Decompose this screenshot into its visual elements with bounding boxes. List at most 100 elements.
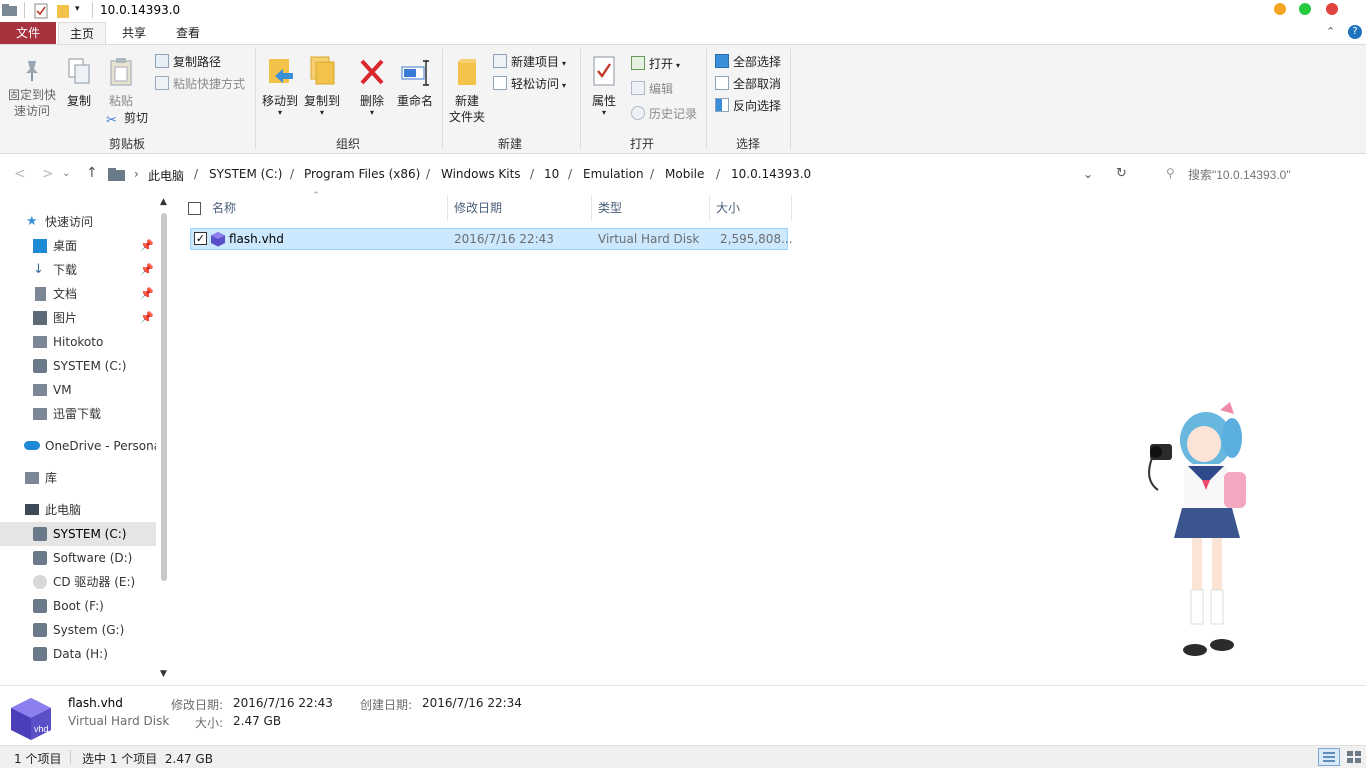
maximize-button[interactable] (1299, 3, 1311, 15)
collapse-ribbon-icon[interactable]: ⌃ (1326, 25, 1335, 38)
tab-file[interactable]: 文件 (0, 22, 56, 44)
breadcrumb-mobile[interactable]: Mobile (665, 167, 704, 181)
nav-library[interactable]: 库 (0, 466, 156, 490)
details-view-icon[interactable] (1318, 748, 1340, 766)
tab-share[interactable]: 共享 (112, 22, 156, 44)
new-folder-button[interactable]: 新建 文件夹 (446, 55, 488, 125)
new-folder-icon[interactable] (56, 3, 70, 22)
tab-view[interactable]: 查看 (166, 22, 210, 44)
nav-item-pictures[interactable]: 图片 📌 (0, 306, 156, 330)
move-to-button[interactable]: 移动到 ▾ (260, 55, 300, 117)
drive-icon (33, 623, 47, 637)
details-pane: vhd flash.vhd Virtual Hard Disk 修改日期: 20… (0, 685, 1366, 745)
nav-scrollbar[interactable]: ▲ ▼ (158, 195, 170, 685)
breadcrumb-10[interactable]: 10 (544, 167, 559, 181)
refresh-icon[interactable]: ↻ (1116, 166, 1127, 181)
download-icon: ↓ (33, 262, 44, 277)
close-button[interactable] (1326, 3, 1338, 15)
file-list: ⌃ 名称 修改日期 类型 大小 ✓ flash.vhd 2016/7/16 22… (170, 191, 1366, 685)
up-arrow-icon[interactable]: ↑ (86, 165, 98, 181)
window-title: 10.0.14393.0 (100, 3, 181, 17)
copy-button[interactable]: 复制 (64, 57, 94, 109)
nav-item-xunlei[interactable]: 迅雷下载 (0, 402, 156, 426)
file-name: flash.vhd (229, 232, 284, 246)
drive-icon (33, 551, 47, 565)
delete-button[interactable]: 删除 ▾ (356, 55, 388, 117)
nav-drive-cd-e[interactable]: CD 驱动器 (E:) (0, 570, 156, 594)
scroll-down-icon[interactable]: ▼ (160, 669, 167, 679)
open-button[interactable]: 打开 ▾ (631, 55, 680, 73)
paste-button[interactable]: 粘贴 (104, 57, 138, 109)
tab-home[interactable]: 主页 (58, 22, 106, 44)
invert-selection-icon (715, 98, 729, 112)
nav-drive-boot-f[interactable]: Boot (F:) (0, 594, 156, 618)
new-item-button[interactable]: 新建项目 ▾ (493, 53, 566, 71)
file-row[interactable]: ✓ flash.vhd 2016/7/16 22:43 Virtual Hard… (190, 228, 793, 250)
column-header-size[interactable]: 大小 (710, 195, 792, 221)
help-icon[interactable]: ? (1348, 25, 1362, 39)
nav-item-desktop[interactable]: 桌面 📌 (0, 234, 156, 258)
select-none-button[interactable]: 全部取消 (715, 75, 781, 93)
paste-icon (110, 58, 132, 86)
edit-button[interactable]: 编辑 (631, 80, 673, 98)
easy-access-button[interactable]: 轻松访问 ▾ (493, 75, 566, 93)
scissors-icon: ✂ (106, 113, 117, 128)
divider (580, 49, 581, 149)
nav-onedrive[interactable]: OneDrive - Persona (0, 434, 156, 458)
history-icon (631, 106, 645, 120)
nav-drive-data-h[interactable]: Data (H:) (0, 642, 156, 666)
properties-button[interactable]: 属性 ▾ (586, 55, 622, 117)
properties-icon[interactable] (34, 3, 48, 22)
cut-button[interactable]: ✂ 剪切 (106, 109, 148, 128)
nav-item-vm[interactable]: VM (0, 378, 156, 402)
nav-drive-software-d[interactable]: Software (D:) (0, 546, 156, 570)
search-input[interactable] (1188, 164, 1358, 186)
scroll-up-icon[interactable]: ▲ (160, 197, 167, 207)
breadcrumb-program-files-x86[interactable]: Program Files (x86) (304, 167, 420, 181)
folder-icon (33, 408, 47, 420)
recent-chevron-icon[interactable]: ⌄ (62, 168, 70, 179)
paste-shortcut-button[interactable]: 粘贴快捷方式 (155, 75, 245, 93)
copy-to-button[interactable]: 复制到 ▾ (302, 55, 342, 117)
nav-item-documents[interactable]: 文档 📌 (0, 282, 156, 306)
copy-path-button[interactable]: 复制路径 (155, 53, 221, 71)
breadcrumb-current[interactable]: 10.0.14393.0 (731, 167, 811, 181)
minimize-button[interactable] (1274, 3, 1286, 15)
rename-button[interactable]: 重命名 (394, 55, 436, 109)
nav-quick-access[interactable]: ★ 快速访问 (0, 210, 156, 234)
file-modified: 2016/7/16 22:43 (454, 232, 554, 246)
nav-drive-system-c[interactable]: SYSTEM (C:) (0, 522, 156, 546)
pin-quick-access-button[interactable]: 固定到快速访问 (4, 57, 60, 119)
nav-item-downloads[interactable]: ↓ 下载 📌 (0, 258, 156, 282)
nav-item-system-c[interactable]: SYSTEM (C:) (0, 354, 156, 378)
select-all-button[interactable]: 全部选择 (715, 53, 781, 71)
breadcrumb-emulation[interactable]: Emulation (583, 167, 644, 181)
row-checkbox[interactable]: ✓ (194, 232, 207, 245)
chevron-down-icon[interactable]: ▾ (75, 4, 80, 14)
group-label-open: 打开 (629, 137, 654, 151)
status-bar: 1 个项目 选中 1 个项目 2.47 GB (0, 745, 1366, 768)
nav-drive-system-g[interactable]: System (G:) (0, 618, 156, 642)
copy-to-icon (310, 56, 335, 85)
select-all-checkbox[interactable] (188, 202, 201, 215)
status-item-count: 1 个项目 (14, 752, 62, 766)
column-header-name[interactable]: 名称 (206, 195, 448, 221)
invert-selection-button[interactable]: 反向选择 (715, 97, 781, 115)
address-history-chevron-icon[interactable]: ⌄ (1083, 167, 1093, 181)
history-button[interactable]: 历史记录 (631, 105, 697, 123)
back-arrow-icon[interactable]: < (14, 166, 26, 182)
details-modified-label: 修改日期: (171, 698, 224, 712)
folder-icon (33, 384, 47, 396)
forward-arrow-icon[interactable]: > (42, 166, 54, 182)
column-header-type[interactable]: 类型 (592, 195, 710, 221)
nav-this-pc[interactable]: 此电脑 (0, 498, 156, 522)
breadcrumb-this-pc[interactable]: 此电脑 (148, 167, 184, 184)
star-icon: ★ (26, 214, 38, 229)
nav-item-hitokoto[interactable]: Hitokoto (0, 330, 156, 354)
breadcrumb-windows-kits[interactable]: Windows Kits (441, 167, 521, 181)
breadcrumb-system-c[interactable]: SYSTEM (C:) (209, 167, 282, 181)
large-icons-view-icon[interactable] (1344, 748, 1364, 766)
column-header-modified[interactable]: 修改日期 (448, 195, 592, 221)
nav-scrollbar-thumb[interactable] (161, 213, 167, 581)
title-bar: ▾ 10.0.14393.0 (0, 0, 1366, 22)
